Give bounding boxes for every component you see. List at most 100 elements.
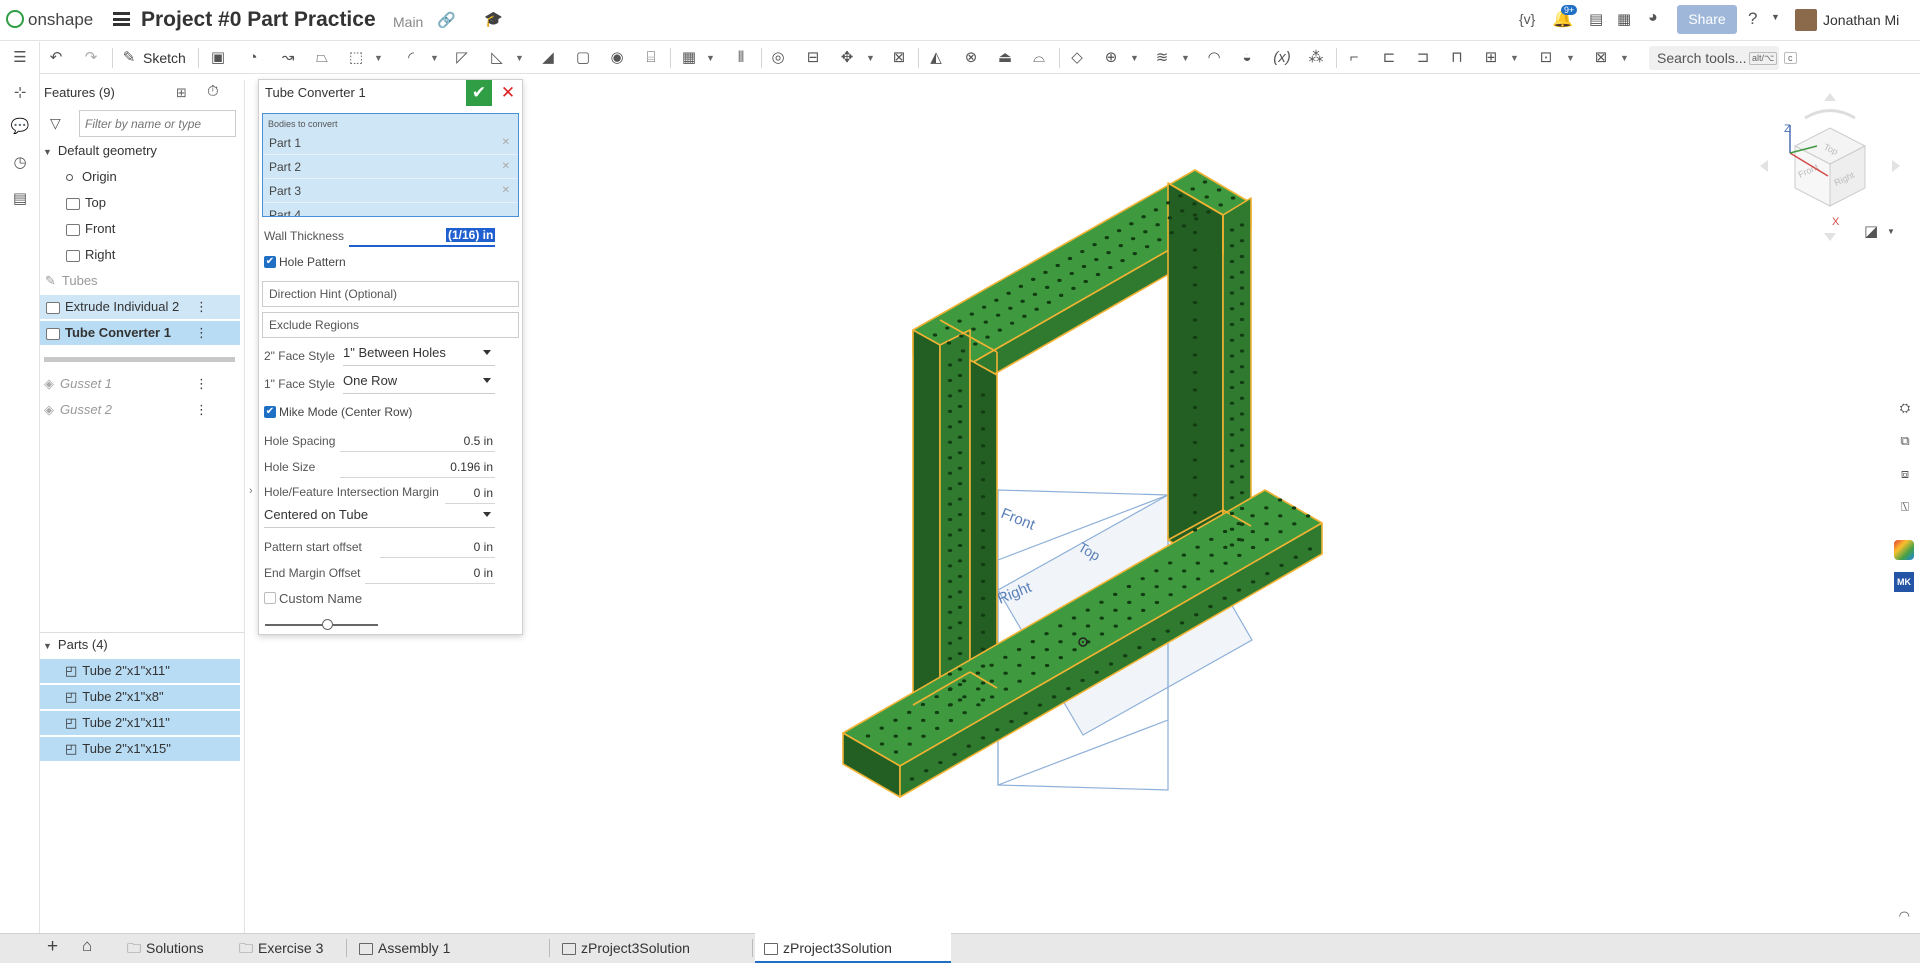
chevron-down-icon[interactable]: ▼ xyxy=(515,48,525,68)
mk-app-icon[interactable]: MK xyxy=(1894,572,1914,592)
chevron-down-icon[interactable]: ▼ xyxy=(1620,48,1630,68)
chevron-down-icon[interactable]: ▼ xyxy=(1181,48,1191,68)
tree-item-tube-converter[interactable]: Tube Converter 1 ⋮ xyxy=(40,321,240,345)
transform-icon[interactable]: ✥ xyxy=(836,48,858,68)
rollback-handle-icon[interactable]: ⋮ xyxy=(195,321,208,345)
rollback-handle-icon[interactable]: ⋮ xyxy=(195,295,208,319)
tree-item-extrude[interactable]: Extrude Individual 2 ⋮ xyxy=(40,295,240,319)
properties-icon[interactable]: ▤ xyxy=(9,188,31,210)
fillet-icon[interactable]: ◜ xyxy=(400,48,422,68)
boolean-icon[interactable]: ◎ xyxy=(767,48,789,68)
revolve-icon[interactable]: ◔ xyxy=(242,48,264,68)
document-icon[interactable]: ▤ xyxy=(1589,10,1603,28)
move-face-icon[interactable]: ⏏ xyxy=(994,48,1016,68)
view-options-cube-icon[interactable]: ◪ xyxy=(1864,222,1878,240)
plane-icon[interactable]: ◇ xyxy=(1066,48,1088,68)
modify-fillet-icon[interactable]: ◭ xyxy=(925,48,947,68)
mirror-icon[interactable]: ⫴ xyxy=(730,48,752,68)
add-tab-icon[interactable]: + xyxy=(47,936,58,958)
tree-item-origin[interactable]: Origin xyxy=(66,165,266,189)
parts-header[interactable]: ▼ Parts (4) xyxy=(43,633,243,657)
rollback-bar[interactable] xyxy=(44,357,235,362)
part-item[interactable]: ◰ Tube 2"x1"x8" xyxy=(40,685,240,709)
pattern-icon[interactable]: ▦ xyxy=(678,48,700,68)
helix-icon[interactable]: ≋ xyxy=(1151,48,1173,68)
redo-icon[interactable]: ↷ xyxy=(80,48,102,68)
tree-default-geometry[interactable]: ▼ Default geometry xyxy=(43,139,243,163)
help-chevron-down-icon[interactable]: ▼ xyxy=(1771,12,1780,22)
mate-connector-icon[interactable]: ⊕ xyxy=(1100,48,1122,68)
delete-part-icon[interactable]: ⊠ xyxy=(888,48,910,68)
chevron-down-icon[interactable]: ▼ xyxy=(866,48,876,68)
measure-icon[interactable]: ⧈ xyxy=(1894,463,1916,485)
rollback-handle-icon[interactable]: ⋮ xyxy=(195,372,208,396)
tree-item-front[interactable]: Front xyxy=(66,217,266,241)
home-icon[interactable]: ⌂ xyxy=(82,936,92,956)
education-icon[interactable]: 🎓 xyxy=(484,10,503,28)
rollback-timer-icon[interactable]: ⏱ xyxy=(207,83,219,100)
variable-icon[interactable]: (x) xyxy=(1271,48,1293,68)
appearance-icon[interactable]: ⛭ xyxy=(1894,397,1916,419)
tree-item-gusset1[interactable]: ◈ Gusset 1 ⋮ xyxy=(44,372,244,396)
tree-item-gusset2[interactable]: ◈ Gusset 2 ⋮ xyxy=(44,398,244,422)
view-options-chevron-down-icon[interactable]: ▼ xyxy=(1887,227,1895,236)
rotate-arrow-icon[interactable] xyxy=(1804,109,1856,120)
section-view-icon[interactable]: ⊠ xyxy=(1590,48,1612,68)
appstore-icon[interactable]: ◕ xyxy=(1648,9,1658,27)
chevron-down-icon[interactable]: ▼ xyxy=(706,48,716,68)
part-item[interactable]: ◰ Tube 2"x1"x11" xyxy=(40,711,240,735)
tab-solutions[interactable]: 🗀 Solutions xyxy=(127,933,204,963)
variables-icon[interactable]: {v} xyxy=(1519,11,1535,27)
sketch-pencil-icon[interactable]: ✎ xyxy=(118,48,140,68)
thicken-icon[interactable]: ⬚ xyxy=(345,48,367,68)
tab-zproject3solution-active[interactable]: zProject3Solution xyxy=(764,933,892,963)
shell-icon[interactable]: ▢ xyxy=(572,48,594,68)
view-cube[interactable]: Top Front Right Z X xyxy=(1750,88,1910,248)
part-item[interactable]: ◰ Tube 2"x1"x11" xyxy=(40,659,240,683)
hole-icon[interactable]: ◉ xyxy=(606,48,628,68)
workspace-name[interactable]: Main xyxy=(393,14,423,30)
document-title[interactable]: Project #0 Part Practice xyxy=(141,8,376,32)
arrow-up-icon[interactable] xyxy=(1824,93,1836,101)
tab-icon[interactable]: ⊐ xyxy=(1412,48,1434,68)
draft-icon[interactable]: ◺ xyxy=(486,48,508,68)
split-icon[interactable]: ⊟ xyxy=(802,48,824,68)
rollback-handle-icon[interactable]: ⋮ xyxy=(195,398,208,422)
replace-face-icon[interactable]: ⌓ xyxy=(1028,48,1050,68)
history-icon[interactable]: ◷ xyxy=(9,152,31,174)
tree-item-tubes[interactable]: ✎ Tubes xyxy=(45,269,245,293)
curve-icon[interactable]: ◠ xyxy=(1203,48,1225,68)
filter-icon[interactable]: ▽ xyxy=(50,115,61,132)
brand-name[interactable]: onshape xyxy=(28,10,93,30)
left-upright-front-face[interactable] xyxy=(912,329,941,721)
insert-icon[interactable]: ⊹ xyxy=(9,82,31,104)
tab-zproject3solution[interactable]: zProject3Solution xyxy=(562,933,690,963)
arrow-down-icon[interactable] xyxy=(1824,233,1836,241)
app-icon-colorful[interactable] xyxy=(1894,540,1914,560)
custom-feature-icon[interactable]: ⁂ xyxy=(1305,48,1327,68)
sketch-button[interactable]: Sketch xyxy=(143,50,186,66)
tree-item-top[interactable]: Top xyxy=(66,191,266,215)
grid-icon[interactable]: ▦ xyxy=(1617,10,1631,28)
link-icon[interactable]: 🔗 xyxy=(437,11,456,29)
share-button[interactable]: Share xyxy=(1677,5,1737,34)
frame-icon[interactable]: ⊞ xyxy=(1480,48,1502,68)
comments-icon[interactable]: 💬 xyxy=(9,116,31,138)
menu-icon[interactable] xyxy=(113,12,130,26)
arrow-left-icon[interactable] xyxy=(1760,160,1768,172)
surface-icon[interactable]: ◒ xyxy=(1236,48,1258,68)
chevron-down-icon[interactable]: ▼ xyxy=(430,48,440,68)
chevron-down-icon[interactable]: ▼ xyxy=(43,147,52,157)
tab-exercise-3[interactable]: 🗀 Exercise 3 xyxy=(239,933,323,963)
chevron-down-icon[interactable]: ▼ xyxy=(374,48,384,68)
chevron-down-icon[interactable]: ▼ xyxy=(1510,48,1520,68)
chevron-down-icon[interactable]: ▼ xyxy=(43,641,52,651)
filter-input[interactable] xyxy=(79,110,236,137)
viewport-3d[interactable]: Front Top Right xyxy=(246,75,1886,930)
sheet-metal-icon[interactable]: ⌐ xyxy=(1343,48,1365,68)
dome-icon[interactable]: ◠ xyxy=(1899,908,1910,924)
chamfer-icon[interactable]: ◸ xyxy=(451,48,473,68)
part-item[interactable]: ◰ Tube 2"x1"x15" xyxy=(40,737,240,761)
tab-assembly-1[interactable]: Assembly 1 xyxy=(359,933,450,963)
delete-face-icon[interactable]: ⊗ xyxy=(960,48,982,68)
